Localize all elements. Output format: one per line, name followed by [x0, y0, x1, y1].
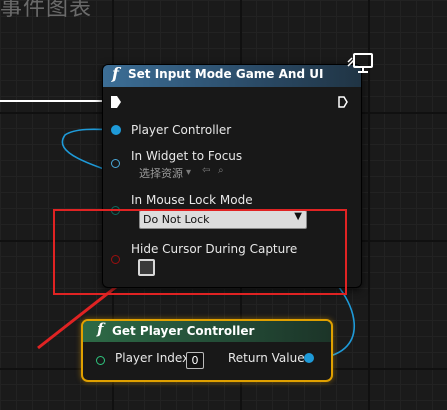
search-icon[interactable]: ⌕	[218, 165, 224, 176]
annotation-highlight-box	[53, 209, 347, 295]
exec-out-pin[interactable]	[338, 96, 348, 108]
network-icon	[347, 53, 373, 73]
player-controller-label: Player Controller	[131, 123, 232, 137]
in-mouse-lock-mode-label: In Mouse Lock Mode	[131, 193, 253, 207]
exec-in-pin[interactable]	[111, 96, 121, 108]
in-widget-to-focus-label: In Widget to Focus	[131, 149, 243, 163]
player-controller-pin[interactable]	[111, 125, 121, 135]
player-index-input[interactable]: 0	[186, 352, 204, 369]
back-arrow-icon[interactable]: ⇦	[202, 165, 210, 176]
player-index-label: Player Index	[115, 351, 190, 365]
node-title: Get Player Controller	[112, 324, 255, 338]
return-value-pin[interactable]	[304, 353, 314, 363]
asset-picker[interactable]: 选择资源	[139, 165, 183, 181]
in-widget-to-focus-pin[interactable]	[111, 159, 120, 168]
dropdown-arrow-icon[interactable]: ▾	[186, 167, 191, 178]
function-icon: f	[112, 64, 119, 83]
function-icon: f	[97, 320, 104, 338]
return-value-label: Return Value	[228, 351, 305, 365]
player-index-pin[interactable]	[96, 356, 105, 365]
node-title: Set Input Mode Game And UI	[128, 67, 324, 81]
